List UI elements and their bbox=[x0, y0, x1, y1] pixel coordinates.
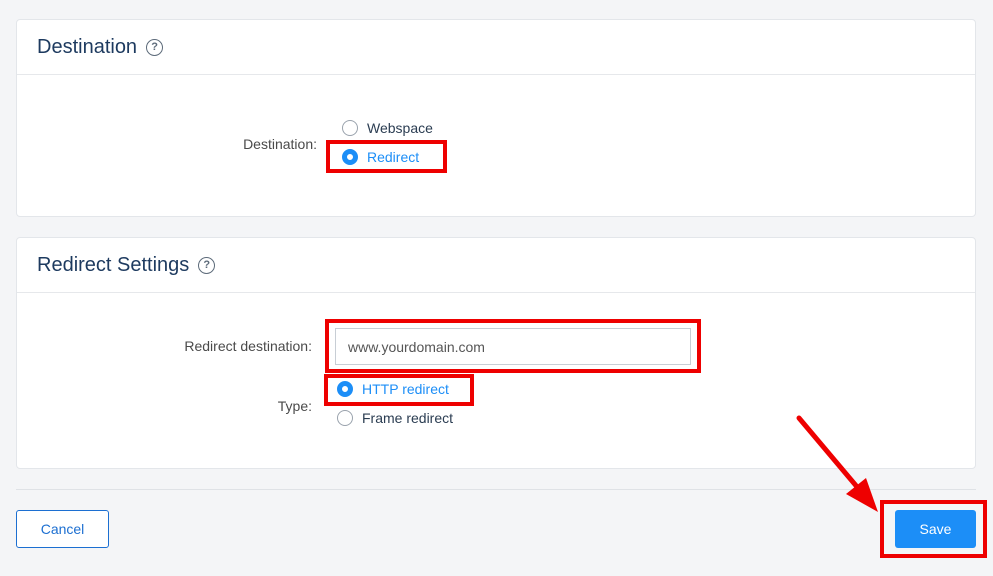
radio-webspace[interactable]: Webspace bbox=[342, 120, 433, 136]
radio-frame-redirect-label: Frame redirect bbox=[362, 410, 454, 426]
destination-panel: Destination ? bbox=[16, 19, 976, 217]
cancel-button[interactable]: Cancel bbox=[16, 510, 109, 548]
radio-webspace-control[interactable] bbox=[342, 120, 358, 136]
radio-redirect-control[interactable] bbox=[342, 149, 358, 165]
save-button[interactable]: Save bbox=[895, 510, 976, 548]
footer-divider bbox=[16, 489, 976, 490]
redirect-settings-title: Redirect Settings bbox=[37, 253, 190, 276]
question-circle-icon[interactable]: ? bbox=[198, 256, 216, 274]
radio-frame-redirect-control[interactable] bbox=[337, 410, 353, 426]
type-label: Type: bbox=[277, 398, 312, 414]
redirect-destination-input[interactable] bbox=[335, 328, 691, 365]
destination-field-label: Destination: bbox=[243, 136, 317, 152]
destination-panel-title: Destination bbox=[37, 35, 138, 58]
radio-http-redirect[interactable]: HTTP redirect bbox=[337, 381, 449, 397]
radio-webspace-label: Webspace bbox=[367, 120, 433, 136]
redirect-destination-label: Redirect destination: bbox=[184, 338, 312, 354]
radio-redirect[interactable]: Redirect bbox=[342, 149, 419, 165]
radio-http-redirect-control[interactable] bbox=[337, 381, 353, 397]
question-circle-icon[interactable]: ? bbox=[146, 38, 164, 56]
radio-frame-redirect[interactable]: Frame redirect bbox=[337, 410, 453, 426]
destination-panel-header: Destination ? bbox=[17, 20, 975, 75]
radio-http-redirect-label: HTTP redirect bbox=[362, 381, 449, 397]
redirect-settings-header: Redirect Settings ? bbox=[17, 238, 975, 293]
radio-redirect-label: Redirect bbox=[367, 149, 420, 165]
